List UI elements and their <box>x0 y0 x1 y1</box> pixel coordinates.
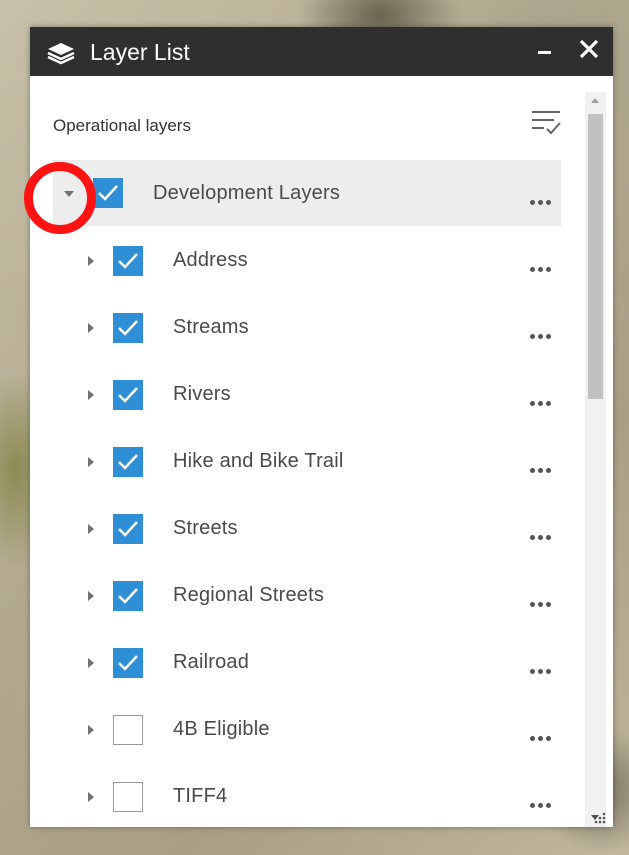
layer-checkbox-streams[interactable] <box>113 313 143 343</box>
layer-label-railroad: Railroad <box>173 651 250 673</box>
layer-row-tiff4[interactable]: TIFF4 <box>53 763 561 829</box>
more-options-icon[interactable] <box>528 463 558 477</box>
expand-arrow-icon[interactable] <box>85 455 99 469</box>
collapse-arrow-icon[interactable] <box>64 187 78 201</box>
expand-arrow-icon[interactable] <box>85 321 99 335</box>
layer-row-streets[interactable]: Streets <box>53 495 561 561</box>
layer-label-development-layers: Development Layers <box>153 182 341 204</box>
filter-list-icon[interactable] <box>530 108 562 138</box>
widget-title: Layer List <box>90 39 190 65</box>
more-options-icon[interactable] <box>528 195 558 209</box>
layer-checkbox-railroad[interactable] <box>113 648 143 678</box>
more-options-icon[interactable] <box>528 396 558 410</box>
more-options-icon[interactable] <box>528 530 558 544</box>
scroll-up-arrow-icon[interactable] <box>585 92 606 110</box>
layer-row-railroad[interactable]: Railroad <box>53 629 561 695</box>
layer-label-hike-and-bike-trail: Hike and Bike Trail <box>173 450 344 472</box>
layer-checkbox-4b-eligible[interactable] <box>113 715 143 745</box>
resize-grip-icon[interactable] <box>593 811 607 825</box>
more-options-icon[interactable] <box>528 664 558 678</box>
layer-checkbox-regional-streets[interactable] <box>113 581 143 611</box>
layers-icon <box>47 43 75 65</box>
widget-titlebar: Layer List <box>30 27 613 76</box>
layer-row-hike-and-bike-trail[interactable]: Hike and Bike Trail <box>53 428 561 494</box>
layer-row-rivers[interactable]: Rivers <box>53 361 561 427</box>
layer-checkbox-hike-and-bike-trail[interactable] <box>113 447 143 477</box>
expand-arrow-icon[interactable] <box>85 254 99 268</box>
more-options-icon[interactable] <box>528 597 558 611</box>
expand-arrow-icon[interactable] <box>85 790 99 804</box>
operational-layers-heading: Operational layers <box>53 116 191 135</box>
layer-label-streams: Streams <box>173 316 249 338</box>
layer-checkbox-development-layers[interactable] <box>93 178 123 208</box>
layer-row-development-layers[interactable]: Development Layers <box>53 160 561 226</box>
layer-checkbox-rivers[interactable] <box>113 380 143 410</box>
layer-label-address: Address <box>173 249 248 271</box>
expand-arrow-icon[interactable] <box>85 388 99 402</box>
scrollbar[interactable] <box>585 92 606 827</box>
expand-arrow-icon[interactable] <box>85 656 99 670</box>
scroll-thumb[interactable] <box>588 114 603 399</box>
layer-checkbox-streets[interactable] <box>113 514 143 544</box>
close-icon[interactable] <box>576 36 602 62</box>
layer-row-regional-streets[interactable]: Regional Streets <box>53 562 561 628</box>
layer-checkbox-address[interactable] <box>113 246 143 276</box>
minimize-icon[interactable] <box>534 38 556 62</box>
expand-arrow-icon[interactable] <box>85 589 99 603</box>
more-options-icon[interactable] <box>528 329 558 343</box>
layer-row-streams[interactable]: Streams <box>53 294 561 360</box>
expand-arrow-icon[interactable] <box>85 723 99 737</box>
layer-label-rivers: Rivers <box>173 383 231 405</box>
layer-row-address[interactable]: Address <box>53 227 561 293</box>
more-options-icon[interactable] <box>528 731 558 745</box>
more-options-icon[interactable] <box>528 262 558 276</box>
layer-checkbox-tiff4[interactable] <box>113 782 143 812</box>
layer-label-tiff4: TIFF4 <box>173 785 228 807</box>
layer-row-4b-eligible[interactable]: 4B Eligible <box>53 696 561 762</box>
expand-arrow-icon[interactable] <box>85 522 99 536</box>
layer-label-streets: Streets <box>173 517 238 539</box>
more-options-icon[interactable] <box>528 798 558 812</box>
layer-label-regional-streets: Regional Streets <box>173 584 325 606</box>
layer-label-4b-eligible: 4B Eligible <box>173 718 270 740</box>
